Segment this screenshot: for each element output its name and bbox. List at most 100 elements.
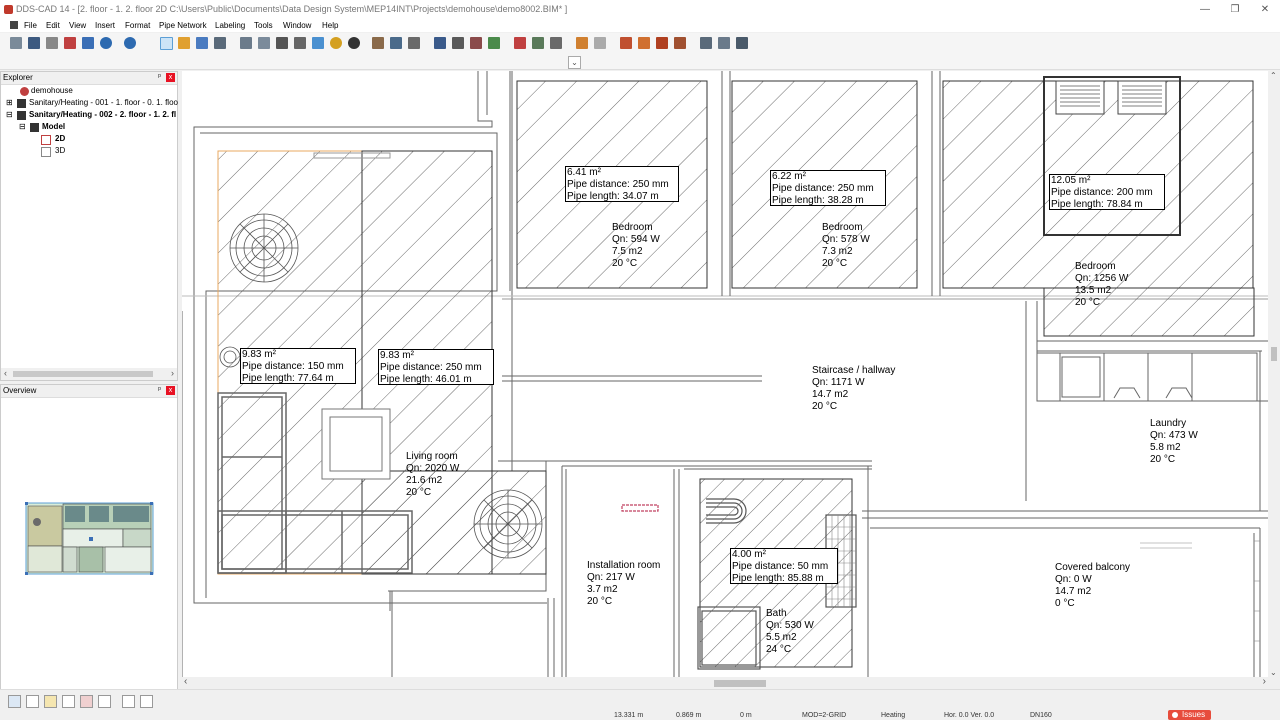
menu-insert[interactable]: Insert xyxy=(95,20,115,31)
ortho-icon[interactable] xyxy=(62,695,75,708)
restore-button[interactable]: ❐ xyxy=(1220,0,1250,20)
move-icon[interactable] xyxy=(258,37,270,49)
measure-icon[interactable] xyxy=(98,695,111,708)
collapse-icon[interactable]: ⊟ xyxy=(6,110,13,119)
zone-label[interactable]: 12.05 m² Pipe distance: 200 mm Pipe leng… xyxy=(1049,174,1165,210)
tree-item-floor2[interactable]: Sanitary/Heating - 002 - 2. floor - 1. 2… xyxy=(29,110,176,119)
window-icon[interactable] xyxy=(122,695,135,708)
tree-item-3d[interactable]: 3D xyxy=(55,146,65,155)
layer-icon[interactable] xyxy=(312,37,324,49)
settings-icon[interactable] xyxy=(736,37,748,49)
light-icon[interactable] xyxy=(576,37,588,49)
room-label[interactable]: Staircase / hallway Qn: 1171 W 14.7 m2 2… xyxy=(812,365,895,413)
tree-item-floor1[interactable]: Sanitary/Heating - 001 - 1. floor - 0. 1… xyxy=(29,98,178,107)
zoom-all-icon[interactable] xyxy=(214,37,226,49)
calc-icon[interactable] xyxy=(488,37,500,49)
text-icon[interactable] xyxy=(294,37,306,49)
select-icon[interactable] xyxy=(160,37,173,50)
menu-help[interactable]: Help xyxy=(322,20,338,31)
save-icon[interactable] xyxy=(28,37,40,49)
document-icon[interactable] xyxy=(10,21,18,29)
grid-icon[interactable] xyxy=(26,695,39,708)
scroll-down-icon[interactable]: ⌄ xyxy=(1270,668,1277,677)
valve-icon[interactable] xyxy=(656,37,668,49)
room-label[interactable]: Laundry Qn: 473 W 5.8 m2 20 °C xyxy=(1150,418,1198,466)
snap-grid-icon[interactable] xyxy=(8,695,21,708)
close-icon[interactable]: x xyxy=(166,73,175,82)
view-icon[interactable] xyxy=(330,37,342,49)
issues-badge[interactable]: Issues xyxy=(1168,710,1212,720)
drawing-canvas[interactable]: 6.41 m² Pipe distance: 250 mm Pipe lengt… xyxy=(182,71,1280,677)
tree-item-project[interactable]: demohouse xyxy=(31,86,73,95)
menu-window[interactable]: Window xyxy=(283,20,311,31)
horizontal-scrollbar[interactable]: ‹ › xyxy=(182,676,1268,689)
room-label[interactable]: Installation room Qn: 217 W 3.7 m2 20 °C xyxy=(587,560,660,608)
discipline[interactable]: Heating xyxy=(881,712,905,720)
close-window-button[interactable]: ✕ xyxy=(1250,0,1280,20)
tree-item-2d[interactable]: 2D xyxy=(55,134,65,143)
report-icon[interactable] xyxy=(620,37,632,49)
zone-label[interactable]: 9.83 m² Pipe distance: 150 mm Pipe lengt… xyxy=(240,348,356,384)
toolbar-dropdown[interactable]: ⌄ xyxy=(568,56,581,69)
zone-label[interactable]: 9.83 m² Pipe distance: 250 mm Pipe lengt… xyxy=(378,349,494,385)
zoom-window-icon[interactable] xyxy=(196,37,208,49)
import-icon[interactable] xyxy=(638,37,650,49)
app-icon[interactable] xyxy=(4,5,13,14)
menu-format[interactable]: Format xyxy=(125,20,150,31)
grid-icon[interactable] xyxy=(408,37,420,49)
menu-file[interactable]: File xyxy=(24,20,37,31)
menu-labeling[interactable]: Labeling xyxy=(215,20,245,31)
pipe-icon[interactable] xyxy=(434,37,446,49)
room-label[interactable]: Bath Qn: 530 W 5.5 m2 24 °C xyxy=(766,608,814,656)
zone-label[interactable]: 6.41 m² Pipe distance: 250 mm Pipe lengt… xyxy=(565,166,679,202)
pin-icon[interactable]: ᵖ xyxy=(158,385,161,394)
horizontal-scroll-thumb[interactable] xyxy=(714,680,766,687)
new-icon[interactable] xyxy=(10,37,22,49)
copy-icon[interactable] xyxy=(240,37,252,49)
room-label[interactable]: Bedroom Qn: 594 W 7.5 m2 20 °C xyxy=(612,222,660,270)
expand-icon[interactable]: ⊞ xyxy=(6,98,13,107)
zone-label[interactable]: 6.22 m² Pipe distance: 250 mm Pipe lengt… xyxy=(770,170,886,206)
menu-tools[interactable]: Tools xyxy=(254,20,273,31)
explorer-scrollbar[interactable]: ‹ › xyxy=(1,368,177,380)
overview-thumbnail[interactable] xyxy=(1,398,177,688)
menu-view[interactable]: View xyxy=(69,20,86,31)
snap-icon[interactable] xyxy=(390,37,402,49)
floor-icon[interactable] xyxy=(532,37,544,49)
room-label[interactable]: Covered balcony Qn: 0 W 14.7 m2 0 °C xyxy=(1055,562,1130,610)
room-label[interactable]: Living room Qn: 2020 W 21.6 m2 20 °C xyxy=(406,451,459,499)
table-icon[interactable] xyxy=(700,37,712,49)
house-icon[interactable] xyxy=(514,37,526,49)
dimension-icon[interactable] xyxy=(452,37,464,49)
render-icon[interactable] xyxy=(348,37,360,49)
zone-label[interactable]: 4.00 m² Pipe distance: 50 mm Pipe length… xyxy=(730,548,838,584)
grid-mode[interactable]: MOD=2-GRID xyxy=(802,712,846,720)
room-label[interactable]: Bedroom Qn: 1256 W 13.5 m2 20 °C xyxy=(1075,261,1128,309)
collapse-icon[interactable]: ⊟ xyxy=(19,122,26,131)
room-label[interactable]: Bedroom Qn: 578 W 7.3 m2 20 °C xyxy=(822,222,870,270)
redo-icon[interactable] xyxy=(124,37,136,49)
print-preview-icon[interactable] xyxy=(64,37,76,49)
pin-icon[interactable]: ᵖ xyxy=(158,72,161,81)
vertical-scrollbar[interactable]: ⌃ ⌄ xyxy=(1268,71,1280,677)
delete-icon[interactable] xyxy=(276,37,288,49)
room-icon[interactable] xyxy=(550,37,562,49)
heating-icon[interactable] xyxy=(470,37,482,49)
chart-icon[interactable] xyxy=(718,37,730,49)
print-icon[interactable] xyxy=(46,37,58,49)
radiator-icon[interactable] xyxy=(674,37,686,49)
close-icon[interactable]: x xyxy=(166,386,175,395)
minimize-button[interactable]: — xyxy=(1190,0,1220,20)
tree-item-model[interactable]: Model xyxy=(42,122,65,131)
object-snap-icon[interactable] xyxy=(80,695,93,708)
list-icon[interactable] xyxy=(594,37,606,49)
menu-pipe-network[interactable]: Pipe Network xyxy=(159,20,207,31)
scroll-up-icon[interactable]: ⌃ xyxy=(1270,71,1277,80)
vertical-scroll-thumb[interactable] xyxy=(1271,347,1277,361)
menu-edit[interactable]: Edit xyxy=(46,20,60,31)
scroll-left-icon[interactable]: ‹ xyxy=(184,676,187,687)
hand-icon[interactable] xyxy=(178,37,190,49)
scroll-right-icon[interactable]: › xyxy=(1263,676,1266,687)
export-icon[interactable] xyxy=(82,37,94,49)
crosshair-icon[interactable] xyxy=(140,695,153,708)
